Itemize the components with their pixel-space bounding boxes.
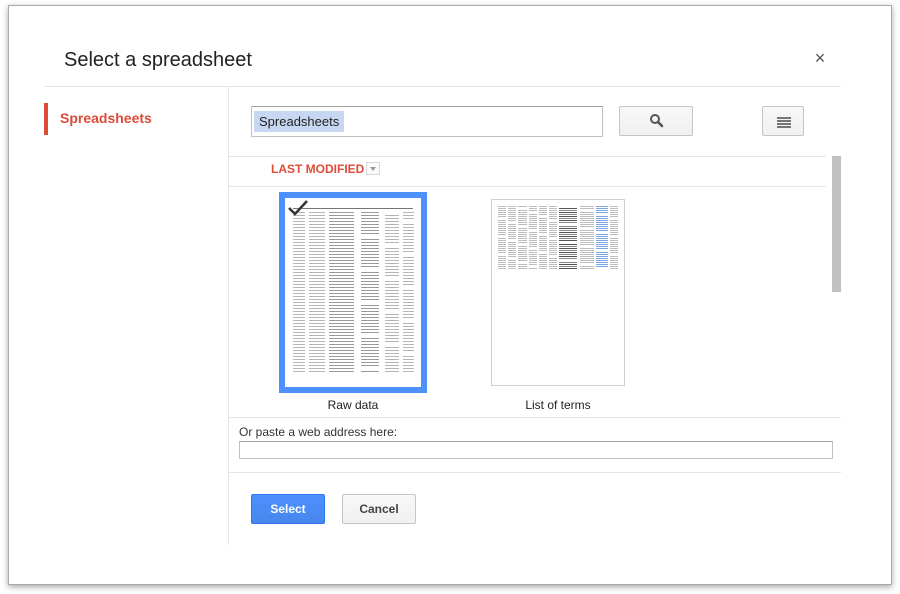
- spreadsheet-preview-image: [498, 206, 618, 269]
- sort-label[interactable]: LAST MODIFIED: [271, 162, 364, 176]
- view-toggle-button[interactable]: [762, 106, 804, 136]
- search-icon: [650, 114, 664, 128]
- sort-divider: [229, 186, 826, 187]
- select-button[interactable]: Select: [251, 494, 325, 524]
- list-view-icon: [777, 117, 791, 128]
- spreadsheet-preview-image: [293, 208, 414, 372]
- sidebar-nav: Spreadsheets: [44, 87, 229, 545]
- url-field[interactable]: [239, 441, 833, 459]
- selected-indicator: [44, 103, 48, 135]
- scrollbar-thumb[interactable]: [832, 156, 841, 292]
- close-button[interactable]: ×: [812, 48, 828, 68]
- cancel-button[interactable]: Cancel: [342, 494, 416, 524]
- dropdown-arrow-icon[interactable]: [366, 162, 380, 175]
- file-thumbnail-list-of-terms[interactable]: [491, 199, 625, 386]
- file-name: Raw data: [327, 398, 379, 412]
- files-divider: [229, 417, 841, 418]
- footer-divider: [229, 472, 841, 473]
- search-button[interactable]: [619, 106, 693, 136]
- sidebar-item-label: Spreadsheets: [60, 110, 152, 126]
- dialog-title: Select a spreadsheet: [64, 49, 252, 71]
- search-input-value: Spreadsheets: [254, 111, 345, 132]
- url-field-label: Or paste a web address here:: [239, 425, 398, 439]
- sidebar-item-spreadsheets[interactable]: Spreadsheets: [44, 103, 228, 135]
- toolbar-divider: [229, 156, 826, 157]
- search-input[interactable]: Spreadsheets: [251, 106, 603, 137]
- checkmark-icon: [288, 200, 308, 216]
- file-thumbnail-raw-data[interactable]: [279, 192, 427, 393]
- file-name: List of terms: [525, 398, 591, 412]
